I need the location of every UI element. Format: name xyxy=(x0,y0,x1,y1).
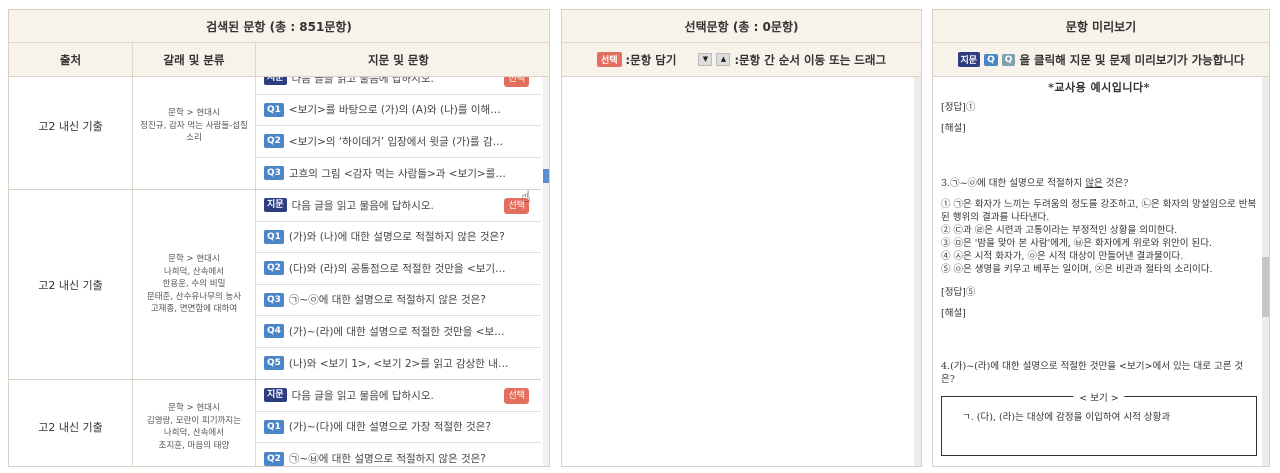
source-cell: 고2 내신 기출 xyxy=(9,190,133,379)
column-classification: 갈래 및 분류 xyxy=(133,43,256,76)
preview-heading: *교사용 예시입니다* xyxy=(1048,81,1150,94)
selected-hint-bar: 선택 :문항 담기 ▼ ▲ :문항 간 순서 이동 또는 드래그 xyxy=(562,43,921,77)
item-text: ㉠~㉥에 대한 설명으로 적절하지 않은 것은? xyxy=(288,453,486,466)
results-table-body[interactable]: 고2 내신 기출 문학 > 현대시 정진규, 감자 먹는 사람들-섭질 소리 지문 다… xyxy=(9,77,549,466)
bogi-box: < 보기 > ㄱ. (다), (라)는 대상에 감정을 이입하여 시적 상황과 xyxy=(941,390,1257,456)
preview-hint-text: 을 클릭해 지문 및 문제 미리보기가 가능합니다 xyxy=(1019,52,1245,67)
question-item[interactable]: Q3 ㉠~㉧에 대한 설명으로 적절하지 않은 것은? xyxy=(256,285,541,316)
bogi-label: < 보기 > xyxy=(1073,390,1125,404)
preview-scrollbar[interactable] xyxy=(1262,77,1269,466)
item-text: 다음 글을 읽고 물음에 답하시오. xyxy=(291,389,434,402)
option-2: ② ㉢과 ㉣은 시련과 고통이라는 부정적인 상황을 의미한다. xyxy=(941,225,1178,236)
result-group: 고2 내신 기출 문학 > 현대시 김영랑, 모란이 피기까지는 나희덕, 산속에… xyxy=(9,380,541,466)
item-text: <보기>의 ‘하이데거’ 입장에서 윗글 (가)를 감상… xyxy=(288,135,509,148)
passage-item[interactable]: 지문 다음 글을 읽고 물음에 답하시오. 선택 xyxy=(256,77,541,95)
move-down-icon: ▼ xyxy=(698,53,713,66)
question-item[interactable]: Q1 <보기>를 바탕으로 (가)의 (A)와 (나)를 이해한 내… xyxy=(256,95,541,126)
selected-questions-title: 선택문항 (총 : 0문항) xyxy=(562,10,921,43)
item-text: <보기>를 바탕으로 (가)의 (A)와 (나)를 이해한 내… xyxy=(288,104,509,117)
item-text: (다)와 (라)의 공통점으로 적절한 것만을 <보기>… xyxy=(288,262,509,275)
classification-cell: 문학 > 현대시 나희덕, 산속에서 한용운, 수의 비밀 문태준, 산수유나무… xyxy=(133,190,256,379)
question-number-tag: Q1 xyxy=(264,229,284,244)
item-text: 고흐의 그림 <감자 먹는 사람들>과 <보기>를 비… xyxy=(288,167,509,180)
hand-cursor-icon: ☝ xyxy=(521,187,531,206)
select-hint-text: :문항 담기 xyxy=(625,52,677,67)
selected-scrollbar[interactable] xyxy=(914,77,921,466)
passage-tag: 지문 xyxy=(264,77,287,86)
search-results-panel: 검색된 문항 (총 : 851문항) 출처 갈래 및 분류 지문 및 문항 고2… xyxy=(8,9,550,467)
question-number-tag: Q1 xyxy=(264,419,284,434)
classification-cell: 문학 > 현대시 정진규, 감자 먹는 사람들-섭질 소리 xyxy=(133,77,256,189)
passage-tag-legend: 지문 xyxy=(957,52,981,67)
bogi-line: ㄱ. (다), (라)는 대상에 감정을 이입하여 시적 상황과 xyxy=(962,412,1171,423)
question-number-tag: Q2 xyxy=(264,134,284,149)
question-item[interactable]: Q2 <보기>의 ‘하이데거’ 입장에서 윗글 (가)를 감상… xyxy=(256,126,541,158)
column-source: 출처 xyxy=(9,43,133,76)
preview-title: 문항 미리보기 xyxy=(933,10,1269,43)
table-header: 출처 갈래 및 분류 지문 및 문항 xyxy=(9,43,549,77)
question-number-tag: Q3 xyxy=(264,292,284,307)
passage-tag: 지문 xyxy=(264,388,287,403)
explanation-line: [해설] xyxy=(941,308,966,319)
search-results-title: 검색된 문항 (총 : 851문항) xyxy=(9,10,549,43)
item-text: (가)와 (나)에 대한 설명으로 적절하지 않은 것은? xyxy=(288,231,505,244)
question-item[interactable]: Q5 (나)와 <보기 1>, <보기 2>를 읽고 감상한 내용으… xyxy=(256,348,541,380)
question-item[interactable]: Q4 (가)~(라)에 대한 설명으로 적절한 것만을 <보기>… xyxy=(256,316,541,348)
selected-questions-list[interactable] xyxy=(562,77,921,466)
question-3-stem: 3.㉠~㉧에 대한 설명으로 적절하지 않은 것은? xyxy=(941,178,1129,189)
results-scroll-thumb[interactable] xyxy=(543,169,549,183)
answer-line: [정답]① xyxy=(941,102,976,113)
question-tag-legend-alt: Q xyxy=(1001,53,1016,66)
selected-questions-panel: 선택문항 (총 : 0문항) 선택 :문항 담기 ▼ ▲ :문항 간 순서 이동… xyxy=(561,9,922,467)
classification-cell: 문학 > 현대시 김영랑, 모란이 피기까지는 나희덕, 산속에서 조지훈, 마… xyxy=(133,380,256,466)
passage-item[interactable]: 지문 다음 글을 읽고 물음에 답하시오. 선택 xyxy=(256,190,541,222)
source-cell: 고2 내신 기출 xyxy=(9,77,133,189)
explanation-line: [해설] xyxy=(941,123,966,134)
question-item[interactable]: Q1 (가)~(다)에 대한 설명으로 가장 적절한 것은? xyxy=(256,412,541,443)
select-button[interactable]: 선택 xyxy=(504,77,529,87)
item-text: (가)~(라)에 대한 설명으로 적절한 것만을 <보기>… xyxy=(288,325,509,338)
option-1: ① ㉠은 화자가 느끼는 두려움의 정도를 강조하고, ㉡은 화자의 망설임으로… xyxy=(941,199,1257,223)
select-tag-legend: 선택 xyxy=(596,52,622,67)
result-group: 고2 내신 기출 문학 > 현대시 나희덕, 산속에서 한용운, 수의 비밀 문태… xyxy=(9,190,541,380)
question-number-tag: Q2 xyxy=(264,451,284,466)
item-text: 다음 글을 읽고 물음에 답하시오. xyxy=(291,199,434,212)
question-4-stem: 4.(가)~(라)에 대한 설명으로 적절한 것만을 <보기>에서 있는 대로 … xyxy=(941,361,1244,385)
move-up-icon: ▲ xyxy=(716,53,731,66)
result-group: 고2 내신 기출 문학 > 현대시 정진규, 감자 먹는 사람들-섭질 소리 지문 다… xyxy=(9,77,541,190)
question-number-tag: Q5 xyxy=(264,356,284,371)
preview-content[interactable]: *교사용 예시입니다* [정답]① [해설] 3.㉠~㉧에 대한 설명으로 적절… xyxy=(933,77,1269,466)
question-item[interactable]: Q1 (가)와 (나)에 대한 설명으로 적절하지 않은 것은? xyxy=(256,222,541,253)
question-number-tag: Q3 xyxy=(264,166,284,181)
item-text: 다음 글을 읽고 물음에 답하시오. xyxy=(291,77,434,85)
passage-item[interactable]: 지문 다음 글을 읽고 물음에 답하시오. 선택 xyxy=(256,380,541,412)
preview-panel: 문항 미리보기 지문 Q Q 을 클릭해 지문 및 문제 미리보기가 가능합니다… xyxy=(932,9,1270,467)
option-5: ⑤ ㉧은 생명을 키우고 베푸는 일이며, ㉨은 비관과 절타의 소리이다. xyxy=(941,264,1213,275)
option-3: ③ ㉤은 '밤을 맞아 본 사람'에게, ㉥은 화자에게 위로와 위안이 된다. xyxy=(941,238,1212,249)
question-number-tag: Q2 xyxy=(264,261,284,276)
select-button[interactable]: 선택 xyxy=(504,388,529,404)
question-tag-legend: Q xyxy=(984,53,998,66)
question-number-tag: Q1 xyxy=(264,102,284,117)
passage-tag: 지문 xyxy=(264,198,287,213)
question-item[interactable]: Q3 고흐의 그림 <감자 먹는 사람들>과 <보기>를 비… xyxy=(256,158,541,190)
question-item[interactable]: Q2 (다)와 (라)의 공통점으로 적절한 것만을 <보기>… xyxy=(256,253,541,285)
item-text: (가)~(다)에 대한 설명으로 가장 적절한 것은? xyxy=(288,421,491,434)
option-4: ④ ㉦은 시적 화자가, ㉧은 시적 대상이 만들어낸 결과물이다. xyxy=(941,251,1184,262)
answer-line: [정답]⑤ xyxy=(941,287,976,298)
item-text: ㉠~㉧에 대한 설명으로 적절하지 않은 것은? xyxy=(288,294,486,307)
question-number-tag: Q4 xyxy=(264,324,284,339)
question-item[interactable]: Q2 ㉠~㉥에 대한 설명으로 적절하지 않은 것은? xyxy=(256,443,541,466)
source-cell: 고2 내신 기출 xyxy=(9,380,133,466)
preview-scroll-thumb[interactable] xyxy=(1262,257,1269,317)
column-passage-question: 지문 및 문항 xyxy=(368,52,429,67)
results-scrollbar[interactable] xyxy=(543,77,549,466)
move-hint-text: :문항 간 순서 이동 또는 드래그 xyxy=(734,52,887,67)
preview-hint-bar: 지문 Q Q 을 클릭해 지문 및 문제 미리보기가 가능합니다 xyxy=(933,43,1269,77)
item-text: (나)와 <보기 1>, <보기 2>를 읽고 감상한 내용으… xyxy=(288,357,509,370)
